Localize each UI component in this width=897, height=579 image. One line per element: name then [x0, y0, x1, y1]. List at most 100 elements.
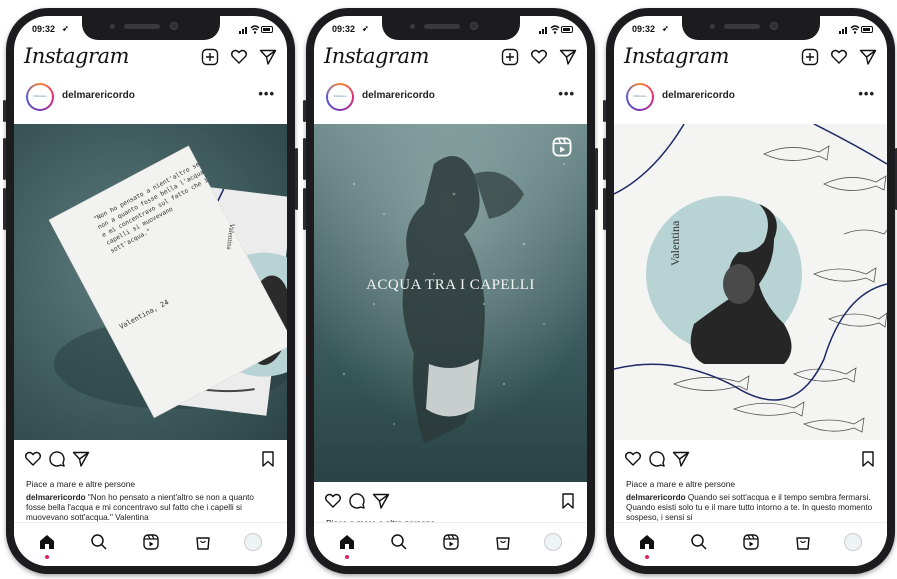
- more-options-icon[interactable]: •••: [858, 86, 875, 101]
- post-header: Mélusine delmarericordo •••: [626, 80, 875, 114]
- share-icon[interactable]: [372, 492, 390, 510]
- phone-screen: 09:32 ➶ Instagram Mélusine delmarericord…: [614, 16, 887, 566]
- likes-text: Piace a mare e altre persone: [26, 479, 136, 489]
- bottom-nav: [614, 522, 887, 566]
- new-post-icon[interactable]: [801, 48, 819, 66]
- post-caption: delmarericordo "Non ho pensato a nient'a…: [26, 493, 275, 524]
- home-icon[interactable]: [338, 533, 356, 551]
- profile-avatar[interactable]: [544, 533, 562, 551]
- like-icon[interactable]: [324, 492, 342, 510]
- search-icon[interactable]: [90, 533, 108, 551]
- notch: [81, 16, 220, 40]
- post-username[interactable]: delmarericordo: [62, 90, 135, 101]
- profile-avatar[interactable]: Mélusine: [26, 83, 54, 111]
- wifi-icon: [850, 25, 860, 34]
- post-actions: [24, 450, 277, 472]
- home-icon[interactable]: [38, 533, 56, 551]
- profile-avatar[interactable]: Mélusine: [326, 83, 354, 111]
- search-icon[interactable]: [390, 533, 408, 551]
- avatar-text: Mélusine: [633, 94, 647, 99]
- shop-icon[interactable]: [794, 533, 812, 551]
- share-icon[interactable]: [672, 450, 690, 468]
- post-header: Mélusine delmarericordo •••: [26, 80, 275, 114]
- notification-dot: [345, 555, 349, 559]
- reels-icon[interactable]: [742, 533, 760, 551]
- signal-icon: [839, 27, 847, 34]
- profile-avatar[interactable]: Mélusine: [626, 83, 654, 111]
- ig-header: Instagram: [324, 44, 577, 72]
- avatar-text: Mélusine: [33, 94, 47, 99]
- reels-icon[interactable]: [142, 533, 160, 551]
- profile-avatar[interactable]: [244, 533, 262, 551]
- status-time: 09:32: [632, 24, 656, 34]
- share-icon[interactable]: [72, 450, 90, 468]
- direct-message-icon[interactable]: [559, 48, 577, 66]
- shop-icon[interactable]: [194, 533, 212, 551]
- likes-text: Piace a mare e altre persone: [626, 479, 736, 489]
- battery-icon: [861, 26, 873, 33]
- phone-screen: 09:32 ➶ Instagram Mélusine delmarericord…: [314, 16, 587, 566]
- new-post-icon[interactable]: [201, 48, 219, 66]
- location-icon: ➶: [362, 24, 369, 33]
- post-caption: delmarericordo Quando sei sott'acqua e i…: [626, 493, 875, 524]
- notch: [681, 16, 820, 40]
- side-name: Valentina: [668, 220, 682, 266]
- save-icon[interactable]: [859, 450, 877, 468]
- shop-icon[interactable]: [494, 533, 512, 551]
- post-actions: [624, 450, 877, 472]
- new-post-icon[interactable]: [501, 48, 519, 66]
- status-time: 09:32: [332, 24, 356, 34]
- post-actions: [324, 492, 577, 514]
- heart-icon[interactable]: [830, 48, 848, 66]
- battery-icon: [561, 26, 573, 33]
- notch: [381, 16, 520, 40]
- post-image[interactable]: Valentina: [614, 124, 887, 440]
- post-header: Mélusine delmarericordo •••: [326, 80, 575, 114]
- reel-video[interactable]: ACQUA TRA I CAPELLI: [314, 124, 587, 482]
- battery-icon: [261, 26, 273, 33]
- more-options-icon[interactable]: •••: [258, 86, 275, 101]
- like-icon[interactable]: [624, 450, 642, 468]
- post-image[interactable]: "Non ho pensato a nient'altro se non a q…: [14, 124, 287, 440]
- phone-mockup-2: 09:32 ➶ Instagram Mélusine delmarericord…: [303, 8, 598, 574]
- instagram-logo: Instagram: [324, 44, 429, 68]
- phone-mockup-1: 09:32 ➶ Instagram Mélusine delmarericord…: [3, 8, 298, 574]
- bottom-nav: [14, 522, 287, 566]
- post-username[interactable]: delmarericordo: [362, 90, 435, 101]
- location-icon: ➶: [62, 24, 69, 33]
- signal-icon: [239, 27, 247, 34]
- more-options-icon[interactable]: •••: [558, 86, 575, 101]
- instagram-logo: Instagram: [24, 44, 129, 68]
- profile-avatar[interactable]: [844, 533, 862, 551]
- signal-icon: [539, 27, 547, 34]
- bottom-nav: [314, 522, 587, 566]
- comment-icon[interactable]: [348, 492, 366, 510]
- search-icon[interactable]: [690, 533, 708, 551]
- notification-dot: [45, 555, 49, 559]
- comment-icon[interactable]: [48, 450, 66, 468]
- reels-badge-icon: [551, 136, 573, 158]
- direct-message-icon[interactable]: [859, 48, 877, 66]
- ig-header: Instagram: [624, 44, 877, 72]
- caption-username[interactable]: delmarericordo: [26, 493, 86, 502]
- ig-header: Instagram: [24, 44, 277, 72]
- heart-icon[interactable]: [230, 48, 248, 66]
- caption-username[interactable]: delmarericordo: [626, 493, 686, 502]
- reels-icon[interactable]: [442, 533, 460, 551]
- post-username[interactable]: delmarericordo: [662, 90, 735, 101]
- home-icon[interactable]: [638, 533, 656, 551]
- wifi-icon: [250, 25, 260, 34]
- save-icon[interactable]: [259, 450, 277, 468]
- phone-screen: 09:32 ➶ Instagram Mélusine delmarericord…: [14, 16, 287, 566]
- wifi-icon: [550, 25, 560, 34]
- phone-mockup-3: 09:32 ➶ Instagram Mélusine delmarericord…: [603, 8, 897, 574]
- comment-icon[interactable]: [648, 450, 666, 468]
- heart-icon[interactable]: [530, 48, 548, 66]
- location-icon: ➶: [662, 24, 669, 33]
- instagram-logo: Instagram: [624, 44, 729, 68]
- status-time: 09:32: [32, 24, 56, 34]
- save-icon[interactable]: [559, 492, 577, 510]
- like-icon[interactable]: [24, 450, 42, 468]
- avatar-text: Mélusine: [333, 94, 347, 99]
- direct-message-icon[interactable]: [259, 48, 277, 66]
